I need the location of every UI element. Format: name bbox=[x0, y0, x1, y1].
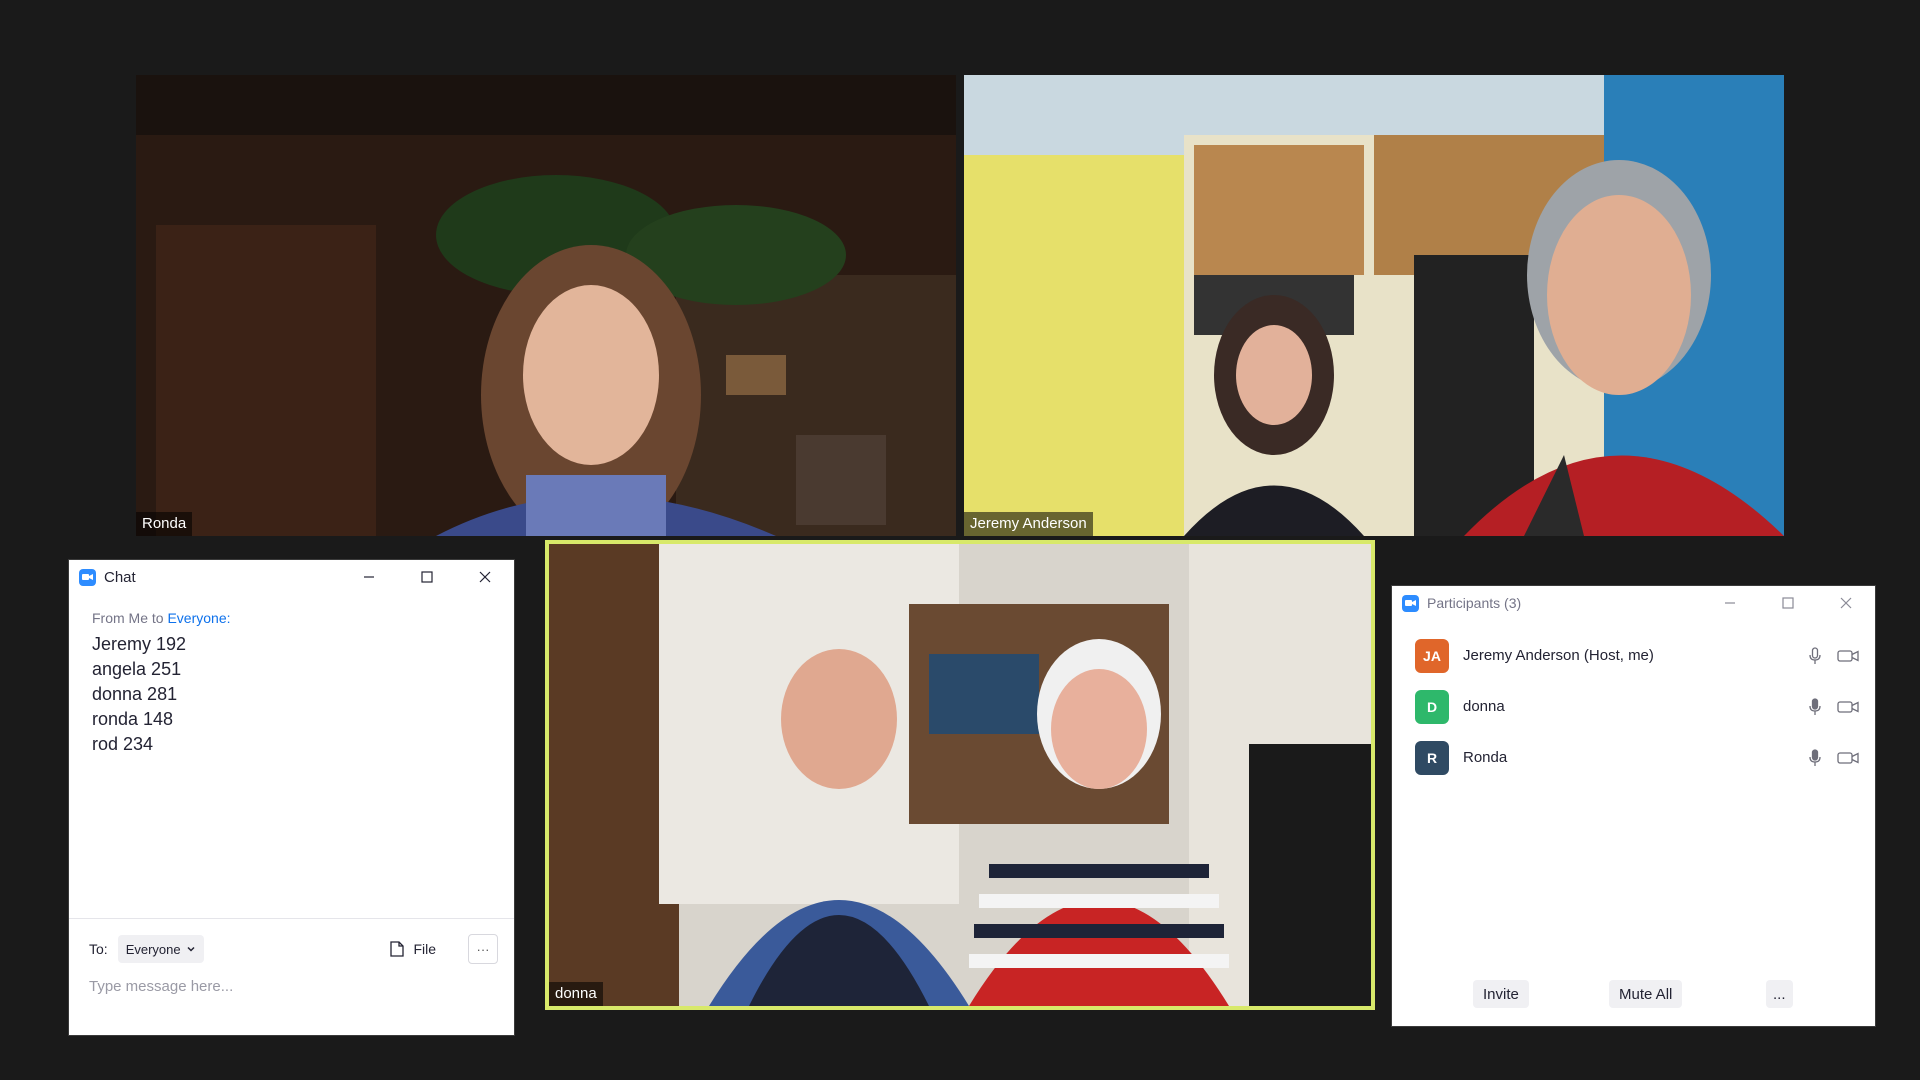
minimize-icon bbox=[364, 576, 374, 578]
participant-name: Jeremy Anderson (Host, me) bbox=[1463, 647, 1654, 664]
chat-message: donna 281 bbox=[92, 684, 178, 704]
close-button[interactable] bbox=[1817, 586, 1875, 620]
participants-title: Participants (3) bbox=[1427, 595, 1522, 611]
zoom-app-icon bbox=[1402, 594, 1419, 612]
recipient-dropdown[interactable]: Everyone bbox=[117, 935, 204, 963]
chat-message: Jeremy 192 bbox=[92, 634, 187, 654]
chat-message: rod 234 bbox=[92, 734, 154, 754]
participant-name: Ronda bbox=[1463, 749, 1508, 766]
close-icon bbox=[479, 571, 491, 583]
chat-message: angela 251 bbox=[92, 659, 182, 679]
chat-message: ronda 148 bbox=[92, 709, 174, 729]
chat-window: Chat From Me to Everyone: Jeremy 192 ang… bbox=[69, 560, 514, 1035]
participant-row[interactable]: R Ronda bbox=[1392, 732, 1875, 783]
maximize-button[interactable] bbox=[398, 560, 456, 594]
recipient-dropdown-value: Everyone bbox=[125, 941, 181, 957]
participant-name-tag: Ronda bbox=[136, 512, 193, 536]
chat-divider bbox=[69, 918, 514, 919]
to-label: To: bbox=[89, 941, 108, 957]
video-feed-donna bbox=[549, 544, 1371, 1006]
participant-name-tag: donna bbox=[549, 982, 603, 1006]
video-tile-ronda[interactable]: Ronda bbox=[136, 75, 956, 536]
participants-footer: Invite Mute All ... bbox=[1392, 980, 1875, 1010]
video-camera-icon[interactable] bbox=[1837, 751, 1859, 765]
maximize-icon bbox=[421, 571, 433, 583]
file-icon bbox=[390, 941, 405, 957]
participant-row[interactable]: D donna bbox=[1392, 681, 1875, 732]
chat-recipient-link[interactable]: Everyone: bbox=[167, 610, 230, 626]
chat-message-header: From Me to Everyone: bbox=[92, 610, 514, 626]
chevron-down-icon bbox=[187, 946, 195, 952]
participant-row[interactable]: JA Jeremy Anderson (Host, me) bbox=[1392, 630, 1875, 681]
avatar: R bbox=[1415, 740, 1449, 775]
video-camera-icon[interactable] bbox=[1837, 649, 1859, 663]
mute-all-button[interactable]: Mute All bbox=[1609, 980, 1683, 1008]
video-tile-jeremy-anderson[interactable]: Jeremy Anderson bbox=[964, 75, 1784, 536]
video-camera-icon[interactable] bbox=[1837, 700, 1859, 714]
avatar: JA bbox=[1415, 638, 1449, 673]
participant-name-tag: Jeremy Anderson bbox=[964, 512, 1093, 536]
participants-more-button[interactable]: ... bbox=[1766, 980, 1793, 1008]
maximize-button[interactable] bbox=[1759, 586, 1817, 620]
chat-recipient-row: To: Everyone File ··· bbox=[89, 934, 506, 964]
close-icon bbox=[1840, 597, 1852, 609]
file-button[interactable]: File bbox=[390, 941, 436, 957]
video-tile-donna-active-speaker[interactable]: donna bbox=[545, 540, 1375, 1010]
participant-name: donna bbox=[1463, 698, 1505, 715]
minimize-icon bbox=[1725, 602, 1735, 604]
chat-more-button[interactable]: ··· bbox=[468, 934, 498, 964]
zoom-app-icon bbox=[79, 568, 96, 586]
video-feed-ronda bbox=[136, 75, 956, 536]
invite-button[interactable]: Invite bbox=[1473, 980, 1529, 1008]
chat-titlebar[interactable]: Chat bbox=[69, 560, 514, 594]
microphone-icon[interactable] bbox=[1809, 697, 1821, 716]
participant-list: JA Jeremy Anderson (Host, me) D donna R … bbox=[1392, 630, 1875, 783]
chat-from-label: From Me to bbox=[92, 610, 164, 626]
chat-message-input[interactable] bbox=[87, 972, 491, 1000]
video-feed-jeremy-anderson bbox=[964, 75, 1784, 536]
participants-titlebar[interactable]: Participants (3) bbox=[1392, 586, 1875, 620]
avatar: D bbox=[1415, 689, 1449, 724]
file-button-label: File bbox=[413, 941, 436, 957]
chat-message-list: Jeremy 192 angela 251 donna 281 ronda 14… bbox=[92, 632, 514, 757]
close-button[interactable] bbox=[456, 560, 514, 594]
minimize-button[interactable] bbox=[340, 560, 398, 594]
microphone-icon[interactable] bbox=[1809, 748, 1821, 767]
microphone-icon[interactable] bbox=[1809, 646, 1821, 665]
participants-window: Participants (3) JA Jeremy Anderson (Hos… bbox=[1392, 586, 1875, 1026]
maximize-icon bbox=[1782, 597, 1794, 609]
chat-title: Chat bbox=[104, 568, 136, 586]
minimize-button[interactable] bbox=[1701, 586, 1759, 620]
